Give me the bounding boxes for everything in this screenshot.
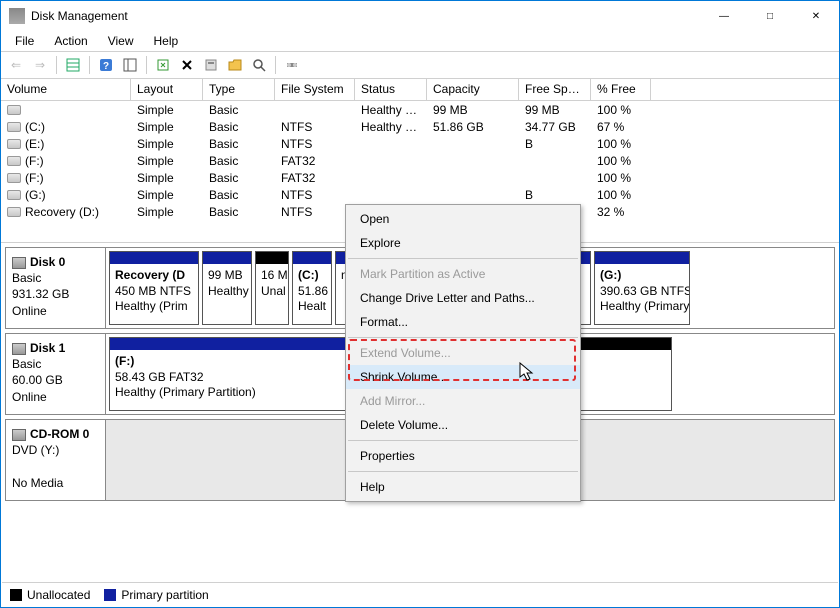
back-button: ⇐: [5, 54, 27, 76]
menu-shrink-volume[interactable]: Shrink Volume...: [346, 365, 580, 389]
menu-add-mirror: Add Mirror...: [346, 389, 580, 413]
window-title: Disk Management: [31, 9, 128, 23]
menu-delete-volume[interactable]: Delete Volume...: [346, 413, 580, 437]
menu-open[interactable]: Open: [346, 207, 580, 231]
delete-icon[interactable]: [176, 54, 198, 76]
legend: Unallocated Primary partition: [2, 582, 838, 606]
menu-help[interactable]: Help: [146, 32, 187, 50]
disk-icon: [12, 343, 26, 355]
col-layout[interactable]: Layout: [131, 79, 203, 100]
menu-change-drive-letter[interactable]: Change Drive Letter and Paths...: [346, 286, 580, 310]
drive-icon: [7, 139, 21, 149]
menu-bar: File Action View Help: [1, 31, 839, 51]
drive-icon: [7, 105, 21, 115]
col-pctfree[interactable]: % Free: [591, 79, 651, 100]
toolbar: ⇐ ⇒ ?: [1, 51, 839, 79]
refresh-button[interactable]: [152, 54, 174, 76]
table-row[interactable]: (E:)SimpleBasicNTFSB100 %: [1, 135, 839, 152]
partition-primary[interactable]: 99 MBHealthy (: [202, 251, 252, 325]
disk-label: Disk 1Basic60.00 GBOnline: [6, 334, 106, 414]
partition-primary[interactable]: Recovery (D450 MB NTFSHealthy (Prim: [109, 251, 199, 325]
disk-label: CD-ROM 0DVD (Y:)No Media: [6, 420, 106, 500]
menu-action[interactable]: Action: [46, 32, 95, 50]
minimize-button[interactable]: —: [701, 1, 747, 31]
drive-icon: [7, 190, 21, 200]
col-filesystem[interactable]: File System: [275, 79, 355, 100]
close-button[interactable]: ✕: [793, 1, 839, 31]
swatch-primary: [104, 589, 116, 601]
volume-context-menu: Open Explore Mark Partition as Active Ch…: [345, 204, 581, 502]
drive-icon: [7, 173, 21, 183]
folder-open-icon[interactable]: [224, 54, 246, 76]
col-type[interactable]: Type: [203, 79, 275, 100]
properties-icon[interactable]: [200, 54, 222, 76]
swatch-unallocated: [10, 589, 22, 601]
menu-separator: [348, 440, 578, 441]
settings-icon[interactable]: [281, 54, 303, 76]
menu-help[interactable]: Help: [346, 475, 580, 499]
view-list-button[interactable]: [62, 54, 84, 76]
disk-icon: [12, 257, 26, 269]
menu-extend-volume: Extend Volume...: [346, 341, 580, 365]
partition-primary[interactable]: (G:)390.63 GB NTFSHealthy (Primary Parti…: [594, 251, 690, 325]
table-row[interactable]: (F:)SimpleBasicFAT32100 %: [1, 169, 839, 186]
disk-label: Disk 0Basic931.32 GBOnline: [6, 248, 106, 328]
menu-separator: [348, 258, 578, 259]
col-capacity[interactable]: Capacity: [427, 79, 519, 100]
drive-icon: [7, 122, 21, 132]
drive-icon: [7, 156, 21, 166]
help-button[interactable]: ?: [95, 54, 117, 76]
table-row[interactable]: (C:)SimpleBasicNTFSHealthy (B...51.86 GB…: [1, 118, 839, 135]
legend-primary: Primary partition: [104, 588, 208, 602]
app-icon: [9, 8, 25, 24]
menu-view[interactable]: View: [100, 32, 142, 50]
table-row[interactable]: (F:)SimpleBasicFAT32100 %: [1, 152, 839, 169]
search-icon[interactable]: [248, 54, 270, 76]
partition-primary[interactable]: (C:)51.86Healt: [292, 251, 332, 325]
table-row[interactable]: (G:)SimpleBasicNTFSB100 %: [1, 186, 839, 203]
title-bar: Disk Management — □ ✕: [1, 1, 839, 31]
col-free[interactable]: Free Spa...: [519, 79, 591, 100]
table-row[interactable]: SimpleBasicHealthy (E...99 MB99 MB100 %: [1, 101, 839, 118]
col-status[interactable]: Status: [355, 79, 427, 100]
menu-mark-active: Mark Partition as Active: [346, 262, 580, 286]
svg-text:?: ?: [103, 61, 109, 72]
col-volume[interactable]: Volume: [1, 79, 131, 100]
drive-icon: [7, 207, 21, 217]
forward-button: ⇒: [29, 54, 51, 76]
volume-table: SimpleBasicHealthy (E...99 MB99 MB100 %(…: [1, 101, 839, 220]
console-tree-button[interactable]: [119, 54, 141, 76]
disk-icon: [12, 429, 26, 441]
partition-unallocated[interactable]: 16 MUnal: [255, 251, 289, 325]
legend-unallocated: Unallocated: [10, 588, 90, 602]
menu-explore[interactable]: Explore: [346, 231, 580, 255]
menu-properties[interactable]: Properties: [346, 444, 580, 468]
menu-format[interactable]: Format...: [346, 310, 580, 334]
maximize-button[interactable]: □: [747, 1, 793, 31]
menu-separator: [348, 471, 578, 472]
menu-separator: [348, 337, 578, 338]
volume-table-header: Volume Layout Type File System Status Ca…: [1, 79, 839, 101]
menu-file[interactable]: File: [7, 32, 42, 50]
